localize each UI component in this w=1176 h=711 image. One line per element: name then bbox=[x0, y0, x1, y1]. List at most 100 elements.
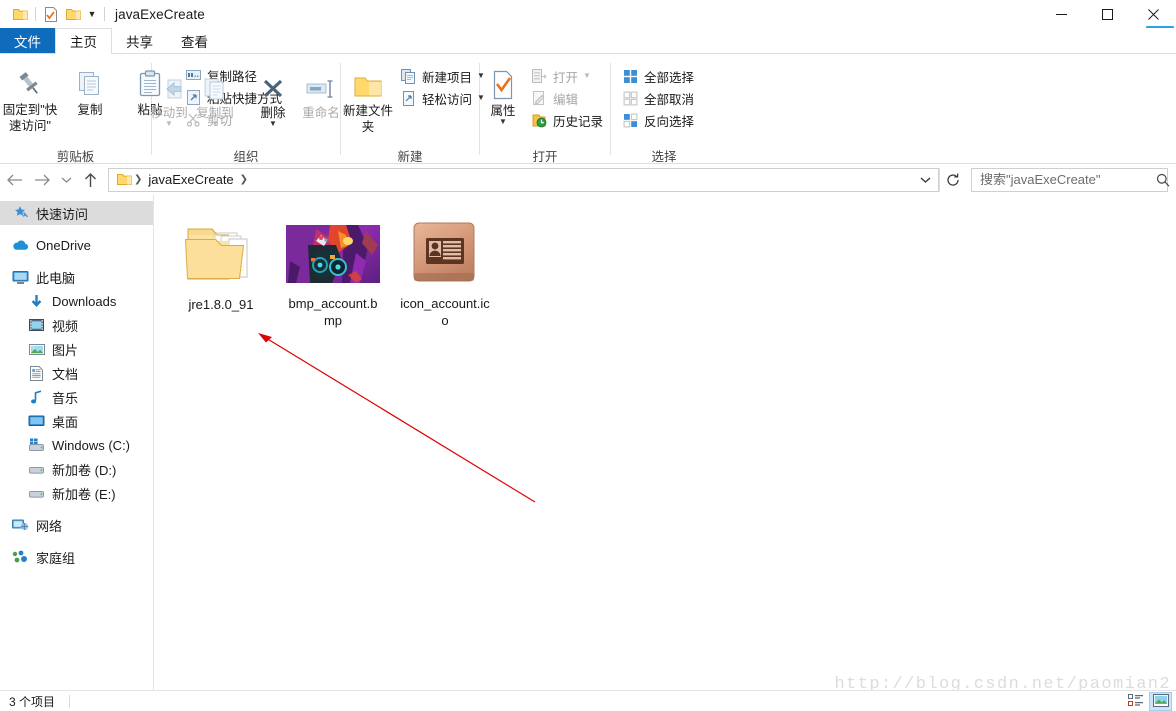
copy-button[interactable]: 复制 bbox=[60, 59, 120, 118]
group-title-clipboard: 剪贴板 bbox=[56, 149, 95, 164]
drive-icon-2 bbox=[28, 485, 45, 502]
up-button[interactable] bbox=[76, 168, 104, 192]
sidebar-item-videos[interactable]: 视频 bbox=[0, 313, 153, 337]
copy-to-caret-icon[interactable]: ▼ bbox=[211, 120, 219, 128]
file-item-bitmap[interactable]: bmp_account.bmp bbox=[280, 209, 386, 329]
new-item-button[interactable]: 新建项目 ▼ bbox=[395, 65, 490, 87]
customize-quick-access-icon[interactable]: ▼ bbox=[84, 4, 100, 24]
new-folder-button[interactable]: 新建文件夹 bbox=[341, 60, 395, 135]
properties-icon[interactable] bbox=[40, 3, 62, 25]
sidebar-item-homegroup[interactable]: 家庭组 bbox=[0, 545, 153, 569]
desktop-icon bbox=[28, 413, 45, 430]
file-item-folder[interactable]: jre1.8.0_91 bbox=[168, 209, 274, 329]
ribbon: 固定到"快速访问" 复制 粘贴 复制路径 粘贴快捷方式 剪切 剪贴板 移动到 ▼… bbox=[0, 53, 1176, 164]
breadcrumb-separator-2[interactable]: ❯ bbox=[238, 174, 250, 185]
sidebar-item-drive-d[interactable]: 新加卷 (D:) bbox=[0, 457, 153, 481]
sidebar-item-drive-c[interactable]: Windows (C:) bbox=[0, 433, 153, 457]
title-bar: ▼ javaExeCreate bbox=[0, 0, 1176, 52]
sidebar-item-documents[interactable]: 文档 bbox=[0, 361, 153, 385]
open-label: 打开 bbox=[553, 70, 579, 85]
copy-icon bbox=[75, 65, 105, 99]
large-icons-view-button[interactable] bbox=[1149, 691, 1172, 711]
sidebar-item-drive-e[interactable]: 新加卷 (E:) bbox=[0, 481, 153, 505]
properties-caret-icon[interactable]: ▼ bbox=[499, 118, 507, 126]
select-all-icon bbox=[622, 68, 639, 85]
status-bar: 3 个项目 bbox=[0, 690, 1176, 711]
delete-caret-icon[interactable]: ▼ bbox=[269, 120, 277, 128]
recent-locations-button[interactable] bbox=[56, 168, 76, 192]
breadcrumb-folder-icon[interactable] bbox=[113, 173, 132, 186]
select-none-button[interactable]: 全部取消 bbox=[617, 87, 699, 109]
close-button[interactable] bbox=[1130, 0, 1176, 28]
folder-icon[interactable] bbox=[9, 3, 31, 25]
select-all-button[interactable]: 全部选择 bbox=[617, 65, 699, 87]
select-none-icon bbox=[622, 90, 639, 107]
drive-icon bbox=[28, 461, 45, 478]
ribbon-group-new: 新建文件夹 新建项目 ▼ 轻松访问 ▼ 新建 bbox=[341, 54, 485, 164]
refresh-button[interactable] bbox=[939, 167, 965, 192]
sidebar-item-music[interactable]: 音乐 bbox=[0, 385, 153, 409]
sidebar-label-drive-c: Windows (C:) bbox=[52, 437, 131, 453]
open-caret-icon[interactable]: ▼ bbox=[583, 72, 591, 80]
invert-selection-icon bbox=[622, 112, 639, 129]
sidebar-gap-2 bbox=[0, 257, 153, 265]
sidebar-item-quick-access[interactable]: 快速访问 bbox=[0, 201, 153, 225]
picture-icon bbox=[28, 341, 45, 358]
address-history-icon[interactable] bbox=[914, 169, 936, 191]
invert-selection-button[interactable]: 反向选择 bbox=[617, 109, 699, 131]
explorer-body: 快速访问 OneDrive 此电脑 Downloads 视频 图片 文档 音乐 … bbox=[0, 195, 1176, 690]
sidebar-item-pictures[interactable]: 图片 bbox=[0, 337, 153, 361]
copy-label: 复制 bbox=[77, 103, 103, 117]
breadcrumb-separator-1[interactable]: ❯ bbox=[132, 174, 144, 185]
tab-view[interactable]: 查看 bbox=[167, 28, 222, 53]
pin-label: 固定到"快速访问" bbox=[2, 103, 58, 133]
star-pin-icon bbox=[12, 205, 29, 222]
new-folder-label: 新建文件夹 bbox=[342, 104, 393, 134]
open-button[interactable]: 打开 ▼ bbox=[526, 65, 608, 87]
details-view-button[interactable] bbox=[1124, 692, 1147, 711]
download-icon bbox=[28, 293, 45, 310]
search-input[interactable] bbox=[980, 172, 1156, 187]
search-box[interactable] bbox=[971, 167, 1170, 192]
file-item-icon[interactable]: icon_account.ico bbox=[392, 209, 498, 329]
sidebar-label-quick-access: 快速访问 bbox=[36, 206, 89, 222]
edit-button[interactable]: 编辑 bbox=[526, 87, 608, 109]
properties-button[interactable]: 属性 ▼ bbox=[480, 60, 526, 126]
sidebar-item-downloads[interactable]: Downloads bbox=[0, 289, 153, 313]
move-to-caret-icon[interactable]: ▼ bbox=[165, 120, 173, 128]
invert-selection-label: 反向选择 bbox=[644, 114, 695, 129]
copy-to-icon bbox=[200, 68, 230, 102]
sidebar-item-onedrive[interactable]: OneDrive bbox=[0, 233, 153, 257]
copy-to-button[interactable]: 复制到 ▼ bbox=[192, 62, 238, 128]
sidebar-item-network[interactable]: 网络 bbox=[0, 513, 153, 537]
group-title-organize: 组织 bbox=[233, 149, 259, 164]
new-folder-big-icon bbox=[352, 66, 384, 100]
sidebar-item-this-pc[interactable]: 此电脑 bbox=[0, 265, 153, 289]
forward-button[interactable] bbox=[28, 168, 56, 192]
ribbon-group-select: 全部选择 全部取消 反向选择 选择 bbox=[611, 54, 717, 164]
account-card-icon bbox=[392, 213, 498, 294]
breadcrumb-item-javaexecreate[interactable]: javaExeCreate bbox=[144, 172, 237, 187]
open-icon bbox=[531, 68, 548, 85]
sidebar-gap-1 bbox=[0, 225, 153, 233]
toolbar-divider bbox=[35, 7, 36, 21]
back-button[interactable] bbox=[0, 168, 28, 192]
search-icon[interactable] bbox=[1156, 173, 1173, 187]
pin-to-quick-access-button[interactable]: 固定到"快速访问" bbox=[0, 59, 60, 134]
tab-file[interactable]: 文件 bbox=[0, 28, 55, 53]
item-count-label: 3 个项目 bbox=[9, 694, 56, 709]
delete-icon bbox=[259, 68, 287, 102]
breadcrumb-bar[interactable]: ❯ javaExeCreate ❯ bbox=[108, 167, 939, 192]
new-folder-icon[interactable] bbox=[62, 3, 84, 25]
history-button[interactable]: 历史记录 bbox=[526, 109, 608, 131]
sidebar-label-videos: 视频 bbox=[52, 318, 79, 334]
maximize-button[interactable] bbox=[1084, 0, 1130, 28]
sidebar-item-desktop[interactable]: 桌面 bbox=[0, 409, 153, 433]
sidebar-label-this-pc: 此电脑 bbox=[36, 270, 76, 286]
tab-home[interactable]: 主页 bbox=[55, 28, 112, 54]
delete-button[interactable]: 删除 ▼ bbox=[250, 62, 296, 128]
sidebar-gap-3 bbox=[0, 505, 153, 513]
file-list-pane[interactable]: jre1.8.0_91 bmp_account.bmp icon_account… bbox=[154, 195, 1176, 690]
tab-share[interactable]: 共享 bbox=[112, 28, 167, 53]
minimize-button[interactable] bbox=[1038, 0, 1084, 28]
